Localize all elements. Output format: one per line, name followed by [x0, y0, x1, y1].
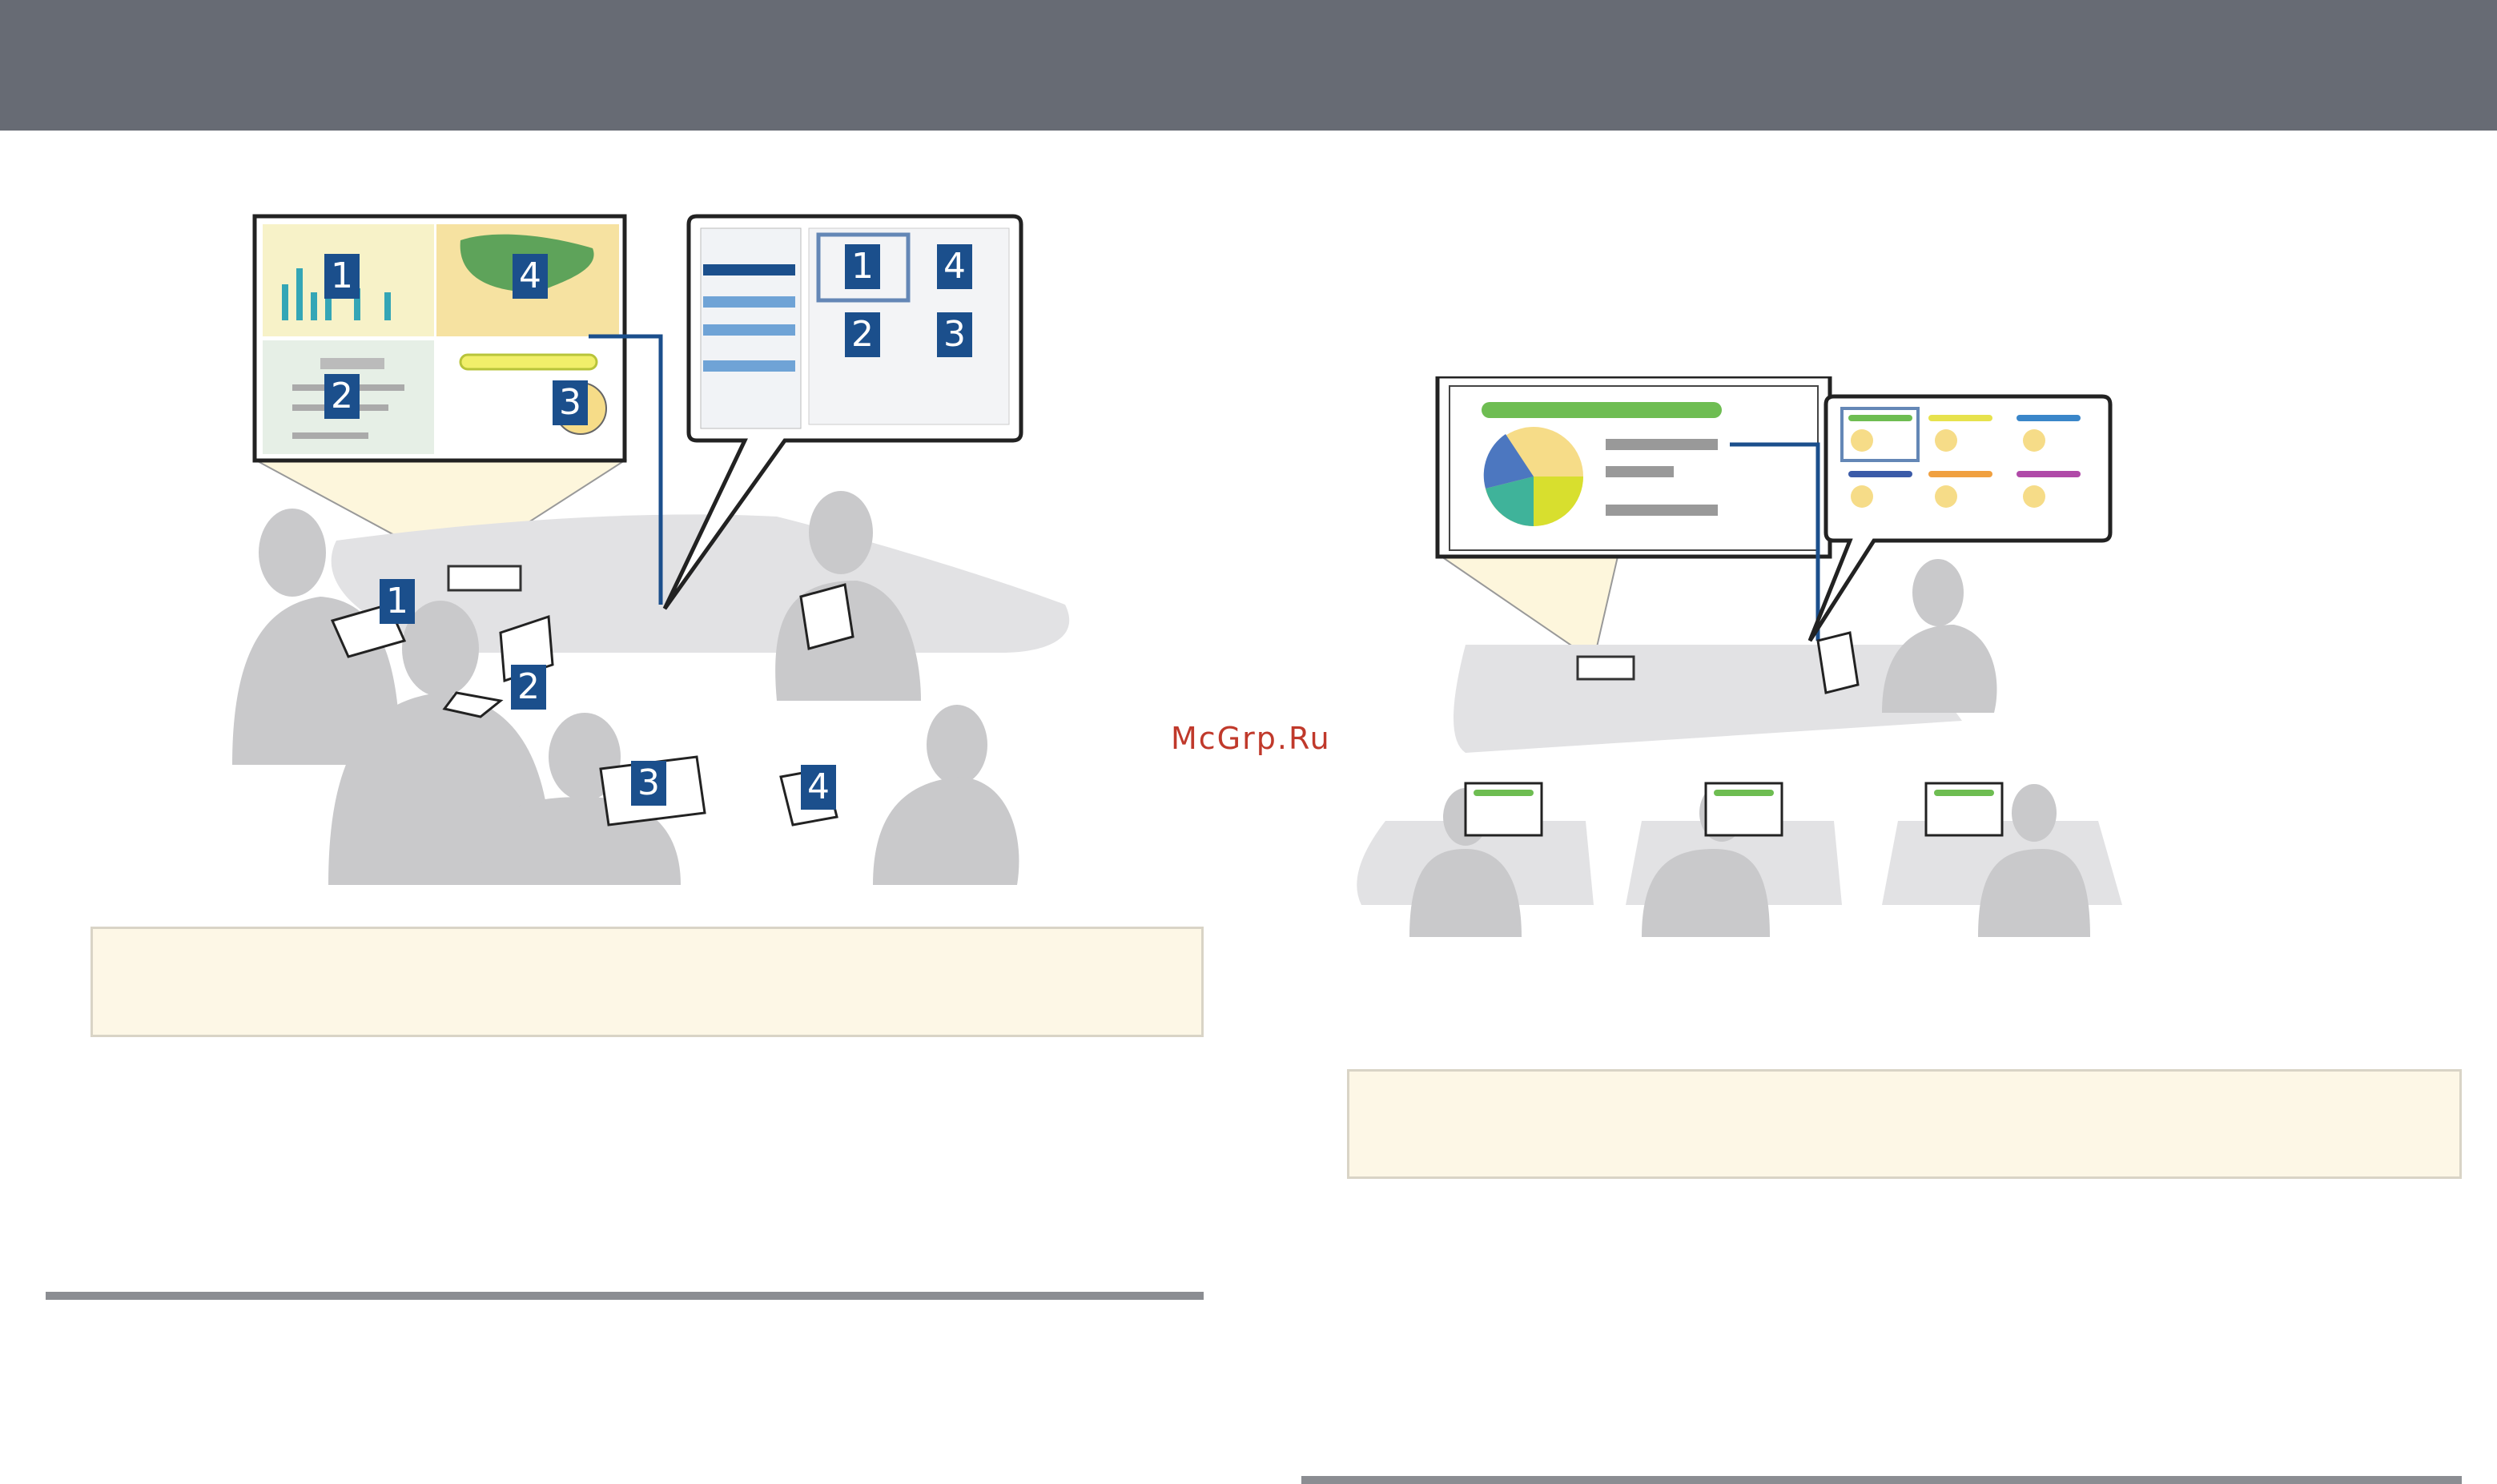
student-desks: [1357, 782, 2122, 937]
banner-bar: [459, 353, 598, 371]
badge-label: 3: [637, 762, 660, 803]
badge-label: 4: [807, 766, 830, 807]
people-silhouettes: [1882, 559, 1997, 713]
badge-label: 3: [943, 314, 966, 355]
watermark-text: McGrp.Ru: [1171, 721, 1331, 756]
text-placeholder: [320, 358, 384, 369]
left-illustration: 1 4 2 3 1 4 2 3 1 2 3 4: [232, 214, 1070, 885]
badge-label: 4: [519, 255, 541, 296]
badge-label: 4: [943, 246, 966, 287]
badge-label: 1: [851, 246, 874, 287]
note-box-left: [90, 927, 1204, 1037]
badge-label: 1: [386, 581, 408, 621]
section-divider-right: [1301, 1476, 2462, 1484]
pie-chart-icon: [1483, 427, 1583, 526]
projector-icon: [447, 565, 522, 592]
note-box-right: [1347, 1069, 2462, 1179]
section-divider-left: [46, 1292, 1204, 1300]
badge-label: 1: [331, 255, 353, 296]
badge-label: 2: [851, 314, 874, 355]
laptop-icon: [1816, 631, 1860, 694]
right-illustration: [1357, 376, 2122, 937]
badge-label: 3: [559, 382, 581, 423]
badge-label: 2: [517, 666, 540, 707]
badge-label: 2: [331, 376, 353, 416]
projector-icon: [1576, 655, 1635, 681]
banner-bar: [1482, 402, 1722, 418]
header-bar: [0, 0, 2497, 131]
